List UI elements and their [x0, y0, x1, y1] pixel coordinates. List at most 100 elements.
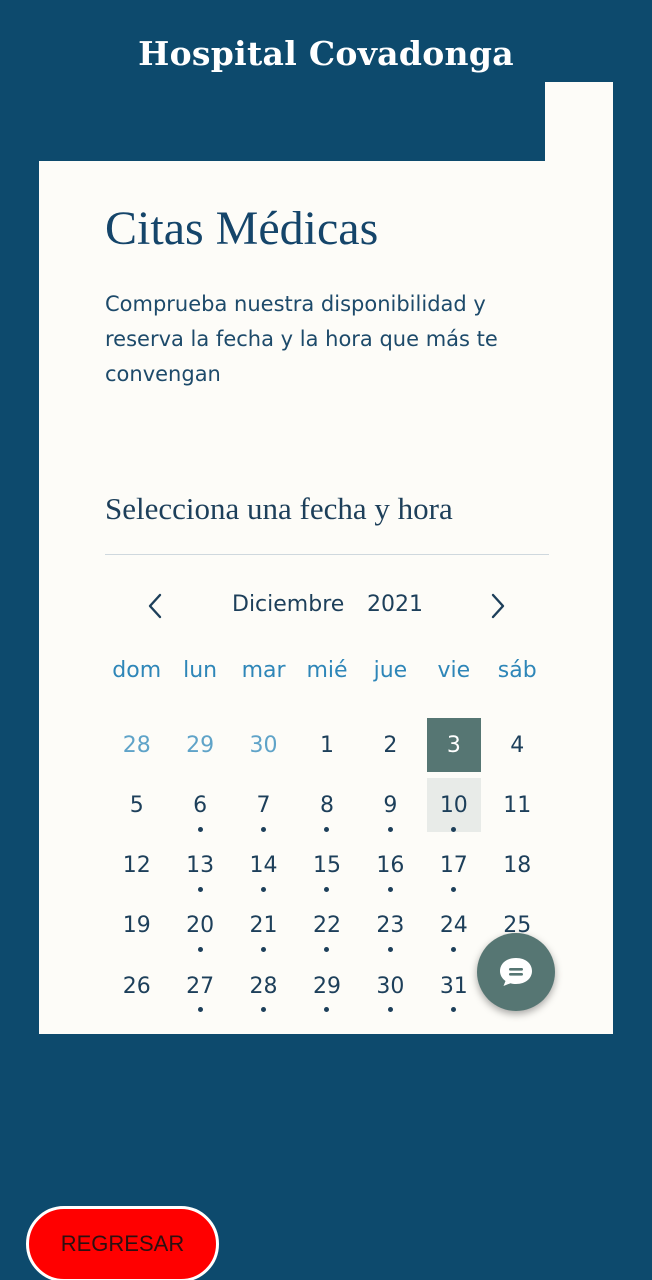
- day-number: 31: [439, 973, 468, 999]
- calendar-day[interactable]: 4: [486, 715, 549, 775]
- day-number: 21: [249, 913, 278, 939]
- weekday-label: jue: [373, 658, 408, 683]
- calendar-day[interactable]: 29: [295, 956, 358, 1016]
- calendar-day[interactable]: 27: [168, 956, 231, 1016]
- year-label[interactable]: 2021: [367, 592, 423, 617]
- weekday-label: vie: [437, 658, 471, 683]
- calendar-day[interactable]: 16: [359, 836, 422, 896]
- chat-icon: [500, 958, 532, 986]
- calendar-day[interactable]: 23: [359, 896, 422, 956]
- calendar-day[interactable]: 9: [359, 775, 422, 835]
- day-number: 23: [376, 913, 405, 939]
- day-number: 2: [383, 732, 398, 758]
- month-label[interactable]: Diciembre: [232, 592, 344, 617]
- availability-dot: [197, 947, 203, 952]
- weekday-label: sáb: [497, 658, 537, 683]
- weekday-label: dom: [112, 658, 162, 683]
- chevron-left-icon: [148, 593, 162, 619]
- calendar-day[interactable]: 17: [422, 836, 485, 896]
- calendar-day[interactable]: 10: [422, 775, 485, 835]
- calendar-day[interactable]: 24: [422, 896, 485, 956]
- day-number: 11: [503, 792, 532, 818]
- calendar-day[interactable]: 21: [232, 896, 295, 956]
- page-title: Citas Médicas: [105, 202, 379, 255]
- app-title: Hospital Covadonga: [138, 34, 514, 73]
- weekday-label: mié: [306, 658, 348, 683]
- day-number: 28: [122, 732, 151, 758]
- calendar-day[interactable]: 26: [105, 956, 168, 1016]
- day-number: 28: [249, 973, 278, 999]
- day-number: 13: [186, 853, 215, 879]
- card-tab-decoration: [545, 82, 613, 162]
- calendar-day[interactable]: 5: [105, 775, 168, 835]
- calendar-day[interactable]: 1: [295, 715, 358, 775]
- calendar-day[interactable]: 12: [105, 836, 168, 896]
- availability-dot: [197, 1007, 203, 1013]
- weekday-label: mar: [241, 658, 286, 683]
- calendar-day[interactable]: 8: [295, 775, 358, 835]
- day-number: 20: [186, 913, 215, 939]
- day-number: 12: [122, 853, 151, 879]
- calendar-day[interactable]: 15: [295, 836, 358, 896]
- day-number: 1: [319, 732, 334, 758]
- calendar-day[interactable]: 7: [232, 775, 295, 835]
- calendar-day[interactable]: 30: [232, 715, 295, 775]
- prev-month-button[interactable]: [140, 591, 170, 621]
- calendar-day[interactable]: 18: [486, 836, 549, 896]
- day-number: 4: [510, 732, 525, 758]
- calendar-day[interactable]: 6: [168, 775, 231, 835]
- day-number: 15: [312, 853, 341, 879]
- day-number: 7: [256, 792, 271, 818]
- day-number: 18: [503, 853, 532, 879]
- day-number: 24: [439, 913, 468, 939]
- availability-dot: [197, 826, 203, 832]
- calendar-day[interactable]: 29: [168, 715, 231, 775]
- day-number: 29: [312, 973, 341, 999]
- calendar-day[interactable]: 13: [168, 836, 231, 896]
- day-number: 6: [193, 792, 208, 818]
- weekday-header: dom lun mar mié jue vie sáb: [105, 658, 549, 683]
- calendar-day[interactable]: 20: [168, 896, 231, 956]
- calendar-day[interactable]: 28: [232, 956, 295, 1016]
- day-number: 30: [376, 973, 405, 999]
- calendar-day[interactable]: 2: [359, 715, 422, 775]
- availability-dot: [387, 886, 393, 892]
- day-number: 10: [426, 778, 481, 833]
- calendar-day[interactable]: 28: [105, 715, 168, 775]
- calendar-day[interactable]: 19: [105, 896, 168, 956]
- availability-dot: [451, 826, 457, 832]
- chat-button[interactable]: [477, 933, 555, 1011]
- availability-dot: [387, 947, 393, 952]
- calendar-day[interactable]: 30: [359, 956, 422, 1016]
- availability-dot: [261, 886, 267, 892]
- divider: [105, 554, 549, 555]
- calendar-day-selected[interactable]: 3: [422, 715, 485, 775]
- day-number: 30: [249, 732, 278, 758]
- day-number: 19: [122, 913, 151, 939]
- back-button[interactable]: REGRESAR: [26, 1206, 219, 1280]
- availability-dot: [387, 826, 393, 832]
- day-number: 14: [249, 853, 278, 879]
- availability-dot: [197, 886, 203, 892]
- day-number: 5: [129, 792, 144, 818]
- day-number: 8: [319, 792, 334, 818]
- day-number: 3: [426, 718, 481, 773]
- day-number: 22: [312, 913, 341, 939]
- calendar-day[interactable]: 22: [295, 896, 358, 956]
- day-number: 26: [122, 973, 151, 999]
- day-number: 29: [186, 732, 215, 758]
- calendar-day[interactable]: 11: [486, 775, 549, 835]
- section-title: Selecciona una fecha y hora: [105, 491, 453, 526]
- availability-dot: [261, 826, 267, 832]
- day-number: 17: [439, 853, 468, 879]
- calendar-day[interactable]: 14: [232, 836, 295, 896]
- day-number: 16: [376, 853, 405, 879]
- next-month-button[interactable]: [483, 591, 513, 621]
- day-number: 27: [186, 973, 215, 999]
- weekday-label: lun: [183, 658, 218, 683]
- calendar-day[interactable]: 31: [422, 956, 485, 1016]
- chevron-right-icon: [491, 593, 505, 619]
- day-number: 9: [383, 792, 398, 818]
- booking-card: Citas Médicas Comprueba nuestra disponib…: [39, 161, 613, 1034]
- page-description: Comprueba nuestra disponibilidad y reser…: [105, 292, 498, 386]
